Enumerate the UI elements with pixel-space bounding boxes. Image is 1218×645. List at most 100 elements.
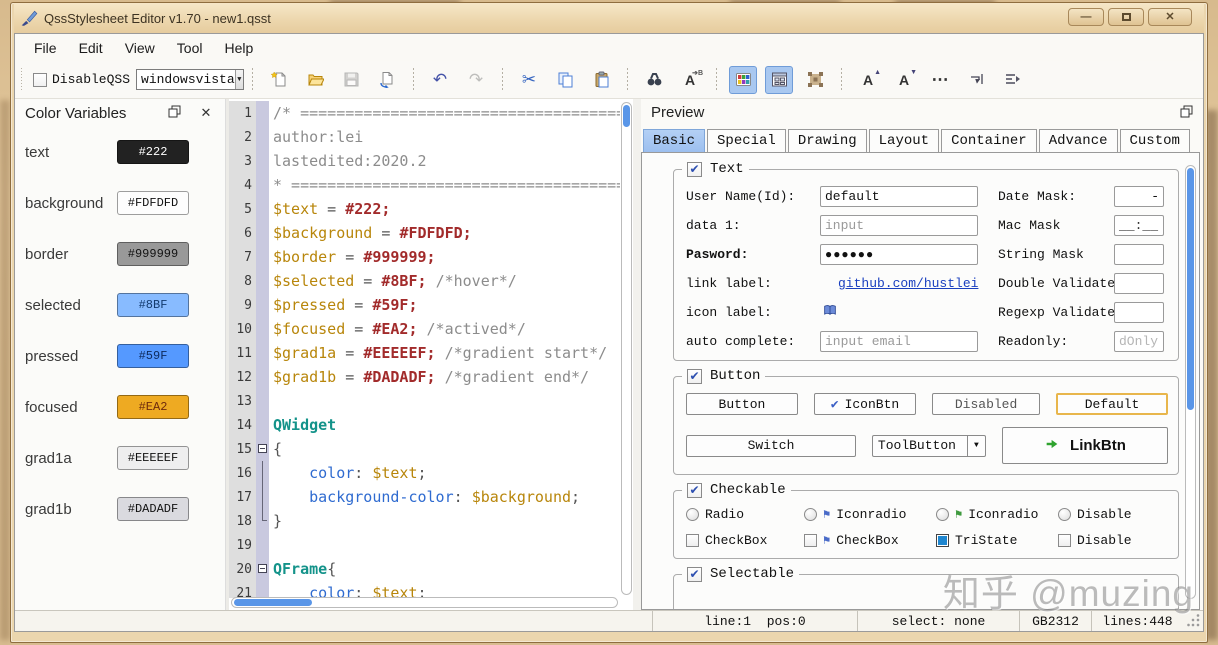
password-input[interactable]: ●●●●●● [820,244,978,265]
tab-special[interactable]: Special [707,129,786,152]
paste-icon[interactable] [587,66,615,94]
switch-button[interactable]: Switch [686,434,856,457]
radio-button[interactable] [1058,508,1071,521]
texture-icon[interactable] [801,66,829,94]
toolbutton-button[interactable]: ToolButton ▼ [871,434,986,457]
iconbtn-button[interactable]: ✔ IconBtn [813,393,917,415]
code-editor[interactable]: 1 /* ====================================… [229,99,633,610]
tab-advance[interactable]: Advance [1038,129,1118,152]
radio-button[interactable] [804,508,817,521]
color-swatch-button[interactable]: #EA2 [117,395,189,419]
code-line[interactable]: 16 color: $text; [229,461,620,485]
code-line[interactable]: 6 $background = #FDFDFD; [229,221,620,245]
cut-icon[interactable]: ✂ [515,66,543,94]
mask-input[interactable] [1114,302,1164,323]
code-line[interactable]: 2 author:lei [229,125,620,149]
menu-file[interactable]: File [23,34,68,61]
mask-input[interactable]: - [1114,186,1164,207]
mask-input[interactable] [1114,244,1164,265]
text-input[interactable]: default [820,186,978,207]
button-button[interactable]: Button [686,393,798,415]
radio-iconradio[interactable]: ⚑ Iconradio [804,507,936,522]
text-input[interactable]: input email [820,331,978,352]
color-swatch-button[interactable]: #DADADF [117,497,189,521]
code-line[interactable]: 14 QWidget [229,413,620,437]
radio-radio[interactable]: Radio [686,507,804,522]
toolbar-drag-handle[interactable] [21,67,26,92]
radio-button[interactable] [686,508,699,521]
color-swatch-button[interactable]: #8BF [117,293,189,317]
color-swatch-button[interactable]: #FDFDFD [117,191,189,215]
code-line[interactable]: 11 $grad1a = #EEEEEF; /*gradient start*/ [229,341,620,365]
tab-custom[interactable]: Custom [1119,129,1190,152]
line-marks-icon[interactable] [998,66,1026,94]
redo-icon[interactable]: ↷ [462,66,490,94]
preview-panel-icon[interactable] [765,65,794,94]
fold-margin[interactable] [256,437,269,461]
checkbox[interactable] [686,534,699,547]
tab-drawing[interactable]: Drawing [787,129,867,152]
menu-help[interactable]: Help [213,34,264,61]
editor-horizontal-scrollbar[interactable] [231,597,618,608]
code-line[interactable]: 18} [229,509,620,533]
open-file-icon[interactable] [301,66,329,94]
code-line[interactable]: 9 $pressed = #59F; [229,293,620,317]
fold-collapse-icon[interactable] [258,564,267,573]
resize-grip-icon[interactable] [1187,614,1201,628]
mask-input[interactable]: dOnly [1114,331,1164,352]
code-line[interactable]: 5 $text = #222; [229,197,620,221]
code-line[interactable]: 8 $selected = #8BF; /*hover*/ [229,269,620,293]
scrollbar-thumb[interactable] [234,599,312,606]
undo-icon[interactable]: ↶ [426,66,454,94]
scrollbar-thumb[interactable] [1187,168,1194,410]
scrollbar-thumb[interactable] [623,105,630,127]
code-line[interactable]: 10 $focused = #EA2; /*actived*/ [229,317,620,341]
float-panel-icon[interactable] [1180,105,1193,121]
code-line[interactable]: 12 $grad1b = #DADADF; /*gradient end*/ [229,365,620,389]
checkbox[interactable] [1058,534,1071,547]
mask-input[interactable] [1114,273,1164,294]
replace-icon[interactable]: A ➔B [676,66,704,94]
preview-vertical-scrollbar[interactable] [1185,165,1196,599]
selectable-group-checkbox[interactable]: ✔ [687,566,702,582]
color-swatch-button[interactable]: #59F [117,344,189,368]
close-button[interactable]: ✕ [1148,8,1192,26]
find-icon[interactable] [640,66,668,94]
wrap-icon[interactable] [962,66,990,94]
checkbox-checkbox[interactable]: CheckBox [686,533,804,548]
checkbox-checkbox[interactable]: ⚑ CheckBox [804,533,936,548]
checkbox[interactable] [936,534,949,547]
code-line[interactable]: 3 lastedited:2020.2 [229,149,620,173]
float-panel-icon[interactable] [165,105,183,121]
theme-select[interactable]: windowsvista ▼ [136,69,245,90]
menu-tool[interactable]: Tool [166,34,214,61]
default-button[interactable]: Default [1056,393,1168,415]
text-input[interactable]: input [820,215,978,236]
link-label[interactable]: github.com/hustlei [820,276,978,291]
color-swatch-button[interactable]: #EEEEEF [117,446,189,470]
text-group-checkbox[interactable]: ✔ [687,161,702,177]
code-line[interactable]: 13 [229,389,620,413]
fold-margin[interactable] [256,557,269,581]
checkbox[interactable] [804,534,817,547]
title-bar[interactable]: QssStylesheet Editor v1.70 - new1.qsst —… [14,3,1204,33]
color-swatch-button[interactable]: #222 [117,140,189,164]
code-line[interactable]: 21 color: $text; [229,581,620,598]
new-file-icon[interactable] [265,66,293,94]
save-as-icon[interactable] [373,66,401,94]
chevron-down-icon[interactable]: ▼ [234,70,244,89]
chevron-down-icon[interactable]: ▼ [966,435,985,456]
splitter-right[interactable] [633,99,641,610]
radio-disable[interactable]: Disable [1058,507,1168,522]
font-increase-icon[interactable]: A ▲ [854,66,882,94]
fold-collapse-icon[interactable] [258,444,267,453]
disabled-button[interactable]: Disabled [932,393,1041,415]
code-line[interactable]: 20 QFrame{ [229,557,620,581]
copy-icon[interactable] [551,66,579,94]
code-line[interactable]: 7 $border = #999999; [229,245,620,269]
checkbox-disable[interactable]: Disable [1058,533,1168,548]
font-decrease-icon[interactable]: A ▼ [890,66,918,94]
tab-layout[interactable]: Layout [868,129,940,152]
code-line[interactable]: 19 [229,533,620,557]
button-group-checkbox[interactable]: ✔ [687,368,702,384]
